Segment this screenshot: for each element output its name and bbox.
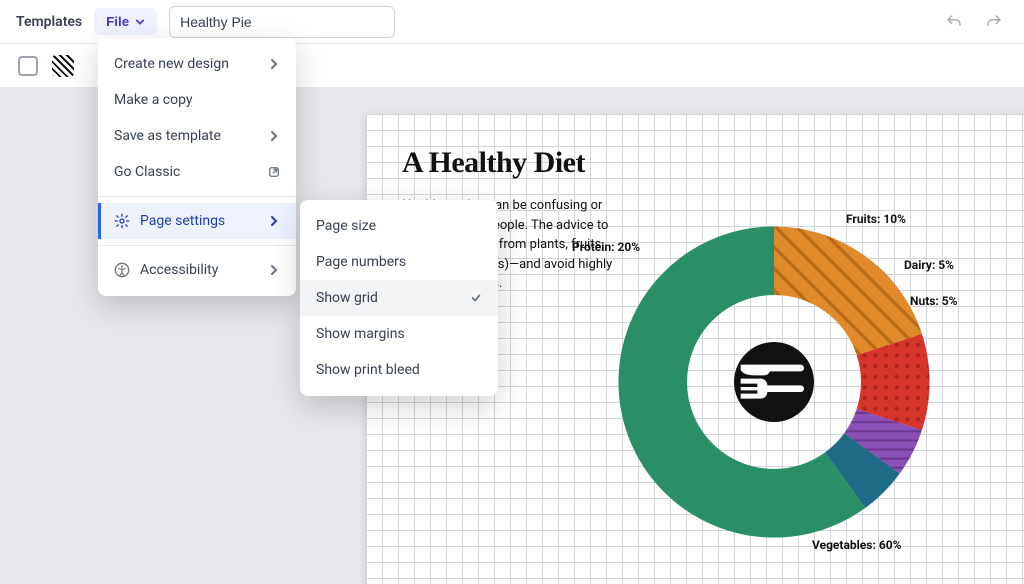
donut-label-protein: Protein: 20%	[572, 240, 640, 254]
redo-button[interactable]	[980, 8, 1008, 36]
check-icon	[470, 292, 482, 304]
submenu-item-show-print-bleed[interactable]: Show print bleed	[300, 352, 498, 388]
pattern-swatch[interactable]	[52, 55, 74, 77]
menu-item-save-template[interactable]: Save as template	[98, 118, 296, 154]
fork-knife-icon	[614, 342, 934, 422]
templates-label[interactable]: Templates	[16, 14, 82, 30]
menu-item-go-classic[interactable]: Go Classic	[98, 154, 296, 190]
page-title[interactable]: A Healthy Diet	[402, 146, 1024, 180]
undo-icon	[945, 13, 963, 31]
menu-separator	[98, 196, 296, 197]
submenu-item-page-numbers[interactable]: Page numbers	[300, 244, 498, 280]
donut-label-dairy: Dairy: 5%	[904, 258, 954, 272]
donut-label-nuts: Nuts: 5%	[910, 294, 958, 308]
donut-label-fruits: Fruits: 10%	[846, 212, 906, 226]
submenu-item-show-margins[interactable]: Show margins	[300, 316, 498, 352]
donut-center-icon-wrap	[734, 342, 814, 422]
chevron-down-icon	[135, 17, 145, 27]
gear-icon	[114, 213, 130, 229]
chevron-right-icon	[268, 264, 280, 276]
redo-icon	[985, 13, 1003, 31]
accessibility-icon	[114, 262, 130, 278]
file-label: File	[106, 14, 129, 29]
donut-label-vegetables: Vegetables: 60%	[812, 538, 901, 552]
file-menu: Create new design Make a copy Save as te…	[98, 38, 296, 296]
menu-item-copy[interactable]: Make a copy	[98, 82, 296, 118]
menu-item-create[interactable]: Create new design	[98, 46, 296, 82]
menu-item-page-settings[interactable]: Page settings	[98, 203, 296, 239]
select-all-checkbox[interactable]	[18, 56, 38, 76]
external-link-icon	[268, 166, 280, 178]
chevron-right-icon	[268, 130, 280, 142]
chevron-right-icon	[268, 215, 280, 227]
submenu-item-page-size[interactable]: Page size	[300, 208, 498, 244]
submenu-item-show-grid[interactable]: Show grid	[300, 280, 498, 316]
design-title-input[interactable]	[169, 6, 395, 38]
chevron-right-icon	[268, 58, 280, 70]
file-menu-button[interactable]: File	[94, 8, 157, 35]
menu-item-accessibility[interactable]: Accessibility	[98, 252, 296, 288]
menu-separator	[98, 245, 296, 246]
donut-chart[interactable]: Protein: 20% Fruits: 10% Dairy: 5% Nuts:…	[614, 222, 934, 542]
undo-button[interactable]	[940, 8, 968, 36]
page-settings-submenu: Page size Page numbers Show grid Show ma…	[300, 200, 498, 396]
